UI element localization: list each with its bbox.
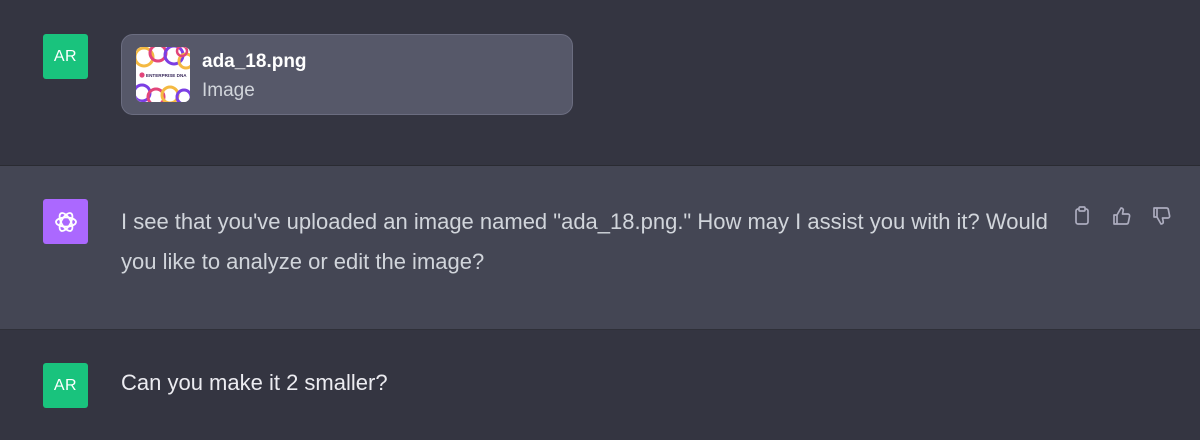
assistant-message-text: I see that you've uploaded an image name… [121, 209, 1048, 274]
copy-button[interactable] [1070, 204, 1094, 228]
avatar-initials: AR [53, 47, 78, 65]
thumbnail-logo-text: ENTERPRISE DNA [146, 73, 187, 78]
message-row-assistant: I see that you've uploaded an image name… [0, 166, 1200, 330]
user-avatar: AR [43, 363, 88, 408]
file-type: Image [202, 80, 255, 101]
avatar-initials: AR [53, 376, 78, 394]
file-name: ada_18.png [202, 51, 307, 72]
message-row-user-1: AR ENTERPRISE DNA ada_18.png Image [0, 0, 1200, 166]
copy-icon [1075, 206, 1089, 225]
message-actions [1070, 204, 1174, 228]
thumbs-up-button[interactable] [1110, 204, 1134, 228]
thumbnail-graphic: ENTERPRISE DNA [136, 47, 190, 102]
file-attachment-card[interactable]: ENTERPRISE DNA ada_18.png Image [121, 34, 573, 115]
openai-logo-icon [54, 211, 77, 232]
thumbs-up-icon [1113, 207, 1131, 225]
message-row-user-2: AR Can you make it 2 smaller? [0, 330, 1200, 440]
assistant-avatar [43, 199, 88, 244]
image-thumbnail[interactable]: ENTERPRISE DNA [136, 47, 190, 102]
user-message-text: Can you make it 2 smaller? [121, 370, 388, 395]
thumbs-down-button[interactable] [1150, 204, 1174, 228]
user-avatar: AR [43, 34, 88, 79]
thumbs-down-icon [1153, 207, 1171, 225]
